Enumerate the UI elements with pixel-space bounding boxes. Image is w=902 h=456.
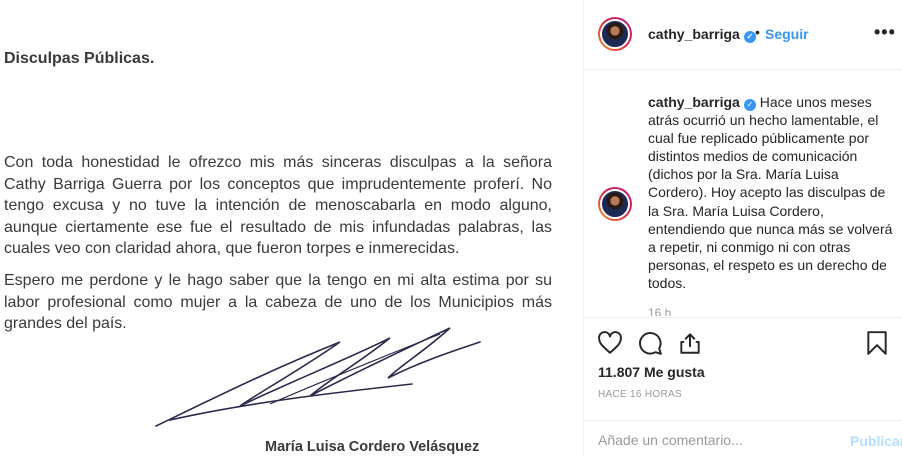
avatar[interactable] [598,17,632,51]
post-timestamp[interactable]: HACE 16 HORAS [598,389,682,400]
share-icon[interactable] [677,330,703,356]
avatar[interactable] [598,187,632,221]
letter-heading: Disculpas Públicas. [4,50,155,67]
post-image[interactable]: Disculpas Públicas. Con toda honestidad … [0,0,583,456]
post-sidebar: cathy_barriga ✓ • Seguir ••• cathy_barrig… [583,0,902,456]
bookmark-icon[interactable] [864,330,890,356]
separator-dot: • [755,24,760,40]
follow-button[interactable]: Seguir [765,26,809,42]
caption-text: Hace unos meses atrás ocurrió un hecho l… [648,94,893,291]
comment-icon[interactable] [637,330,663,356]
more-options-icon[interactable]: ••• [874,22,896,43]
letter-paragraph: Con toda honestidad le ofrezco mis más s… [4,154,552,258]
username[interactable]: cathy_barriga [648,26,740,42]
handwritten-signature [155,327,481,427]
verified-badge-icon: ✓ [743,99,756,111]
caption-username[interactable]: cathy_barriga [648,94,740,110]
post-header: cathy_barriga ✓ • Seguir ••• [584,0,902,70]
comment-input[interactable] [598,432,838,448]
username-link[interactable]: cathy_barriga ✓ [648,26,756,43]
heart-icon[interactable] [597,330,623,356]
letter-signer: María Luisa Cordero Velásquez [265,439,480,455]
caption-timestamp[interactable]: 16 h [648,306,671,316]
letter-body: Con toda honestidad le ofrezco mis más s… [4,152,552,345]
likes-count[interactable]: 11.807 Me gusta [598,364,705,380]
publish-button[interactable]: Publicar [850,433,902,449]
add-comment-section: Publicar [584,420,902,456]
post-caption: cathy_barriga ✓ Hace unos meses atrás ocu… [648,93,896,292]
comments-list[interactable]: cathy_barriga ✓ Hace unos meses atrás ocu… [584,71,902,316]
action-bar [584,317,902,365]
